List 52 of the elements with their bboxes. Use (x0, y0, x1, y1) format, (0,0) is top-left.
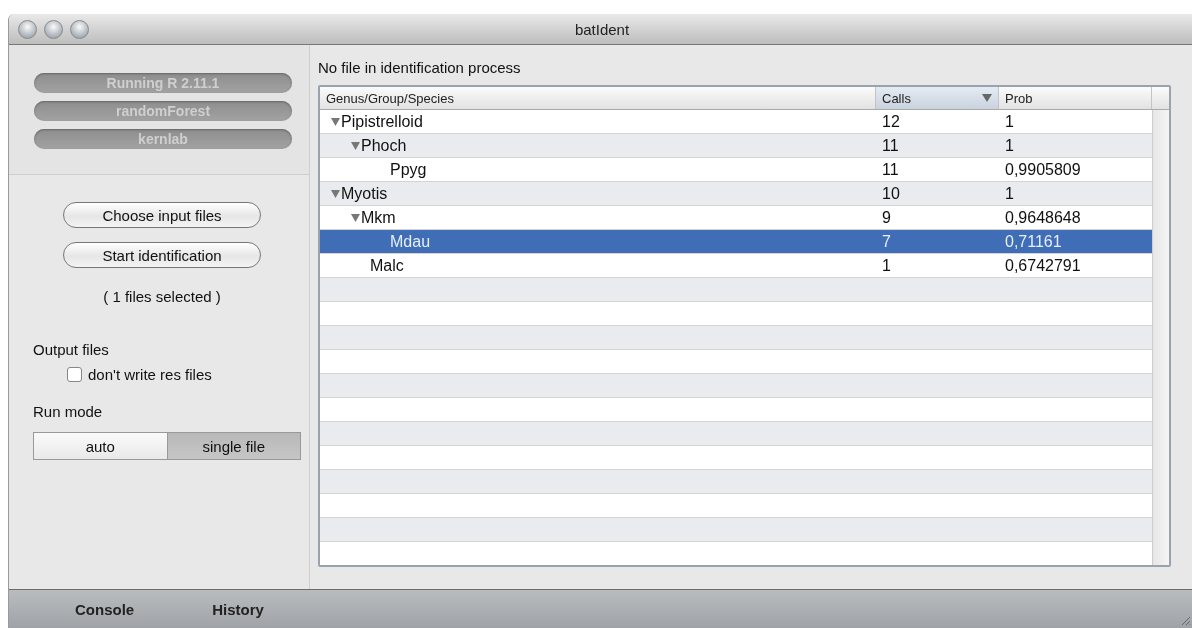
table-cell: 1 (1005, 136, 1014, 155)
table-cell: 0,9648648 (1005, 208, 1081, 227)
scroll-track[interactable] (1152, 110, 1169, 565)
table-cell: 7 (882, 232, 891, 251)
table-row[interactable]: Phoch 11 1 (320, 134, 1152, 158)
push-button[interactable]: Choose input files (63, 202, 261, 228)
table-cell: 12 (882, 112, 900, 131)
minimize-window-button[interactable] (44, 19, 63, 39)
table-cell: 0,71161 (1005, 232, 1062, 251)
table-cell: 9 (882, 208, 891, 227)
table-row[interactable]: Mdau 7 0,71161 (320, 230, 1152, 254)
table-cell: 10 (882, 184, 900, 203)
section-heading: Run mode (33, 403, 104, 420)
table-cell: 1 (1005, 112, 1014, 131)
sort-arrow-icon (982, 94, 992, 102)
table-cell: 1 (1005, 184, 1014, 203)
status-pill: Running R 2.11.1 (34, 73, 292, 93)
bottom-tab[interactable]: History (202, 600, 274, 618)
segment-button[interactable]: single file (166, 433, 300, 459)
zoom-window-button[interactable] (70, 19, 89, 39)
table-cell: 1 (882, 256, 891, 275)
table-cell: Ppyg (390, 160, 427, 179)
status-pill: randomForest (34, 101, 292, 121)
window-title: batIdent (573, 20, 631, 38)
bottom-tab[interactable]: Console (65, 600, 145, 618)
column-header[interactable]: Calls (876, 87, 999, 109)
expanded-triangle-icon[interactable] (350, 212, 361, 223)
table-cell: 11 (882, 136, 899, 155)
expanded-triangle-icon[interactable] (330, 116, 341, 127)
table-row[interactable]: Myotis 10 1 (320, 182, 1152, 206)
table-cell: 0,9905809 (1005, 160, 1081, 179)
files-selected-text: ( 1 files selected ) (102, 288, 222, 305)
table-cell: 11 (882, 160, 899, 179)
table-cell: Phoch (361, 136, 407, 155)
status-pill: kernlab (34, 129, 292, 149)
column-header[interactable]: Prob (999, 87, 1152, 109)
expanded-triangle-icon[interactable] (350, 140, 361, 151)
push-button[interactable]: Start identification (63, 242, 261, 268)
table-cell: 0,6742791 (1005, 256, 1081, 275)
resize-grip-icon[interactable] (1179, 614, 1191, 626)
checkbox-label: don't write res files (88, 366, 212, 383)
table-cell: Mdau (390, 232, 431, 251)
expanded-triangle-icon[interactable] (330, 188, 341, 199)
table-cell: Myotis (341, 184, 388, 203)
table-cell: Pipistrelloid (341, 112, 423, 131)
section-heading: Output files (33, 341, 110, 358)
table-cell: Mkm (361, 208, 396, 227)
close-window-button[interactable] (18, 19, 37, 39)
process-status-text: No file in identification process (318, 59, 522, 76)
segment-button[interactable]: auto (34, 433, 167, 459)
table-cell: Malc (370, 256, 404, 275)
checkbox[interactable] (67, 367, 82, 382)
